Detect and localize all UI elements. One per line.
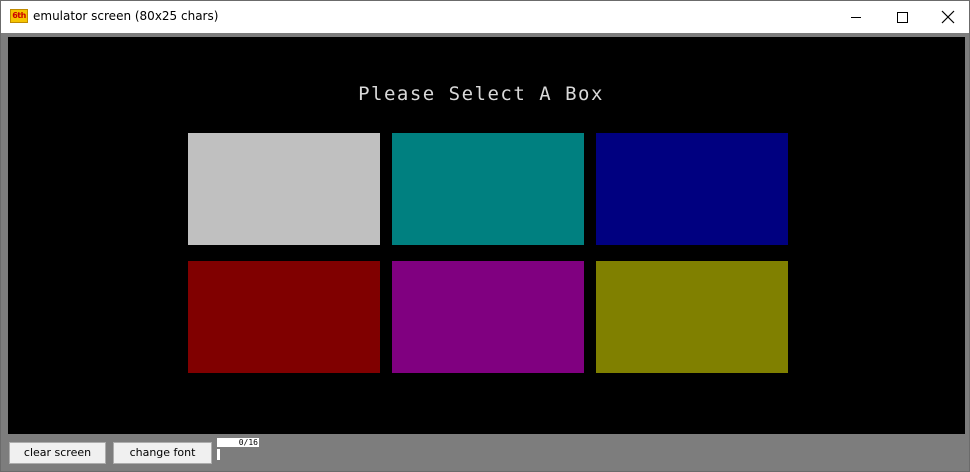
emulator-window: 6th emulator screen (80x25 chars) Please…	[0, 0, 970, 472]
close-button[interactable]	[925, 1, 970, 33]
change-font-button[interactable]: change font	[113, 442, 212, 464]
color-box-3[interactable]	[596, 133, 788, 245]
status-counter: 0/16	[217, 438, 259, 447]
select-prompt: Please Select A Box	[358, 83, 604, 105]
maximize-button[interactable]	[879, 1, 925, 33]
close-icon	[941, 10, 955, 24]
emulator-screen[interactable]: Please Select A Box	[8, 37, 965, 434]
app-icon: 6th	[10, 9, 28, 23]
color-box-4[interactable]	[188, 261, 380, 373]
color-box-2[interactable]	[392, 133, 584, 245]
color-box-1[interactable]	[188, 133, 380, 245]
clear-screen-button[interactable]: clear screen	[9, 442, 106, 464]
color-box-6[interactable]	[596, 261, 788, 373]
status-indicator	[217, 449, 220, 460]
title-bar[interactable]: 6th emulator screen (80x25 chars)	[1, 1, 969, 33]
window-title: emulator screen (80x25 chars)	[33, 9, 219, 23]
minimize-icon	[851, 16, 861, 18]
color-box-5[interactable]	[392, 261, 584, 373]
minimize-button[interactable]	[833, 1, 879, 33]
client-area: Please Select A Box clear screen change …	[1, 33, 969, 471]
maximize-icon	[896, 11, 908, 23]
